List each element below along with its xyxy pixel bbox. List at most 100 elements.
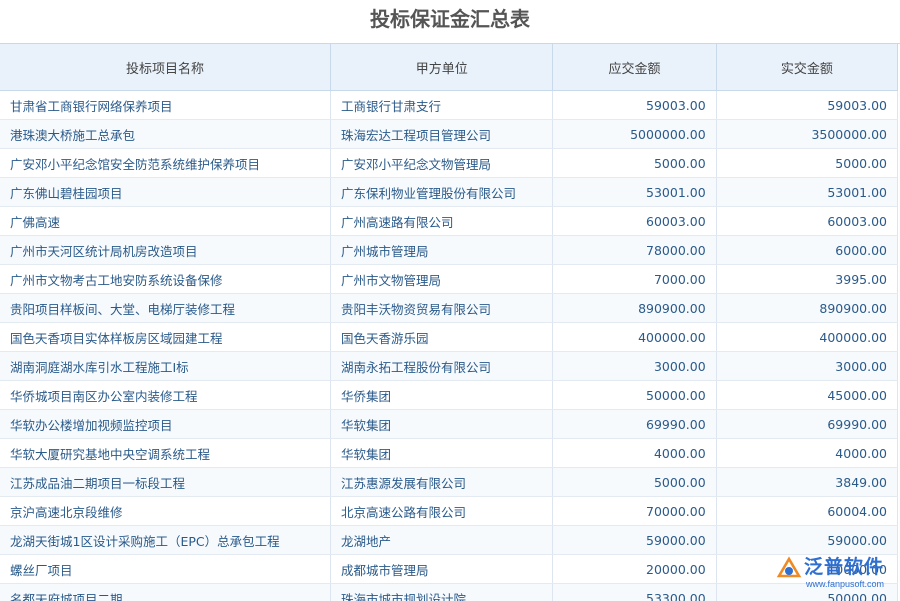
cell-amount-due: 5000.00	[553, 468, 716, 497]
cell-project-name: 华侨城项目南区办公室内装修工程	[0, 381, 331, 410]
table-row[interactable]: 名都天府城项目二期珠海市城市规划设计院53300.0050000.00	[0, 584, 898, 601]
column-header-project-name[interactable]: 投标项目名称	[0, 44, 331, 91]
cell-party: 湖南永拓工程股份有限公司	[331, 352, 553, 381]
cell-project-name: 湖南洞庭湖水库引水工程施工I标	[0, 352, 331, 381]
cell-party: 成都城市管理局	[331, 555, 553, 584]
cell-party: 北京高速公路有限公司	[331, 497, 553, 526]
cell-project-name: 龙湖天街城1区设计采购施工（EPC）总承包工程	[0, 526, 331, 555]
cell-project-name: 广佛高速	[0, 207, 331, 236]
fanpu-logo-icon	[776, 556, 802, 582]
brand-logo: 泛普软件 www.fanpusoft.com	[776, 552, 894, 594]
page-title: 投标保证金汇总表	[0, 0, 900, 40]
summary-table-container: 投标项目名称 甲方单位 应交金额 实交金额 甘肃省工商银行网络保养项目工商银行甘…	[0, 43, 900, 601]
cell-amount-paid: 45000.00	[716, 381, 897, 410]
cell-amount-due: 70000.00	[553, 497, 716, 526]
cell-amount-paid: 60003.00	[716, 207, 897, 236]
cell-amount-due: 4000.00	[553, 439, 716, 468]
cell-amount-due: 53300.00	[553, 584, 716, 601]
table-row[interactable]: 龙湖天街城1区设计采购施工（EPC）总承包工程龙湖地产59000.0059000…	[0, 526, 898, 555]
cell-project-name: 螺丝厂项目	[0, 555, 331, 584]
cell-project-name: 名都天府城项目二期	[0, 584, 331, 601]
cell-party: 贵阳丰沃物资贸易有限公司	[331, 294, 553, 323]
cell-party: 广安邓小平纪念文物管理局	[331, 149, 553, 178]
cell-party: 广州市文物管理局	[331, 265, 553, 294]
cell-party: 国色天香游乐园	[331, 323, 553, 352]
cell-project-name: 华软办公楼增加视频监控项目	[0, 410, 331, 439]
cell-amount-paid: 5000.00	[716, 149, 897, 178]
cell-project-name: 广东佛山碧桂园项目	[0, 178, 331, 207]
cell-amount-due: 3000.00	[553, 352, 716, 381]
cell-party: 广州高速路有限公司	[331, 207, 553, 236]
cell-project-name: 广安邓小平纪念馆安全防范系统维护保养项目	[0, 149, 331, 178]
cell-amount-due: 69990.00	[553, 410, 716, 439]
cell-amount-paid: 60004.00	[716, 497, 897, 526]
table-row[interactable]: 港珠澳大桥施工总承包珠海宏达工程项目管理公司5000000.003500000.…	[0, 120, 898, 149]
column-header-amount-paid[interactable]: 实交金额	[716, 44, 897, 91]
cell-party: 珠海市城市规划设计院	[331, 584, 553, 601]
cell-party: 工商银行甘肃支行	[331, 91, 553, 120]
cell-amount-due: 53001.00	[553, 178, 716, 207]
table-row[interactable]: 国色天香项目实体样板房区域园建工程国色天香游乐园400000.00400000.…	[0, 323, 898, 352]
cell-amount-due: 5000000.00	[553, 120, 716, 149]
cell-amount-paid: 3500000.00	[716, 120, 897, 149]
cell-amount-due: 5000.00	[553, 149, 716, 178]
cell-amount-paid: 6000.00	[716, 236, 897, 265]
logo-brand-text: 泛普软件	[804, 552, 884, 579]
table-row[interactable]: 螺丝厂项目成都城市管理局20000.0010000.00	[0, 555, 898, 584]
cell-amount-paid: 53001.00	[716, 178, 897, 207]
cell-amount-paid: 59000.00	[716, 526, 897, 555]
cell-project-name: 华软大厦研究基地中央空调系统工程	[0, 439, 331, 468]
table-row[interactable]: 甘肃省工商银行网络保养项目工商银行甘肃支行59003.0059003.00	[0, 91, 898, 120]
cell-project-name: 广州市天河区统计局机房改造项目	[0, 236, 331, 265]
cell-party: 华软集团	[331, 439, 553, 468]
table-row[interactable]: 广佛高速广州高速路有限公司60003.0060003.00	[0, 207, 898, 236]
cell-amount-paid: 3849.00	[716, 468, 897, 497]
cell-project-name: 江苏成品油二期项目一标段工程	[0, 468, 331, 497]
cell-project-name: 广州市文物考古工地安防系统设备保修	[0, 265, 331, 294]
cell-amount-paid: 69990.00	[716, 410, 897, 439]
cell-amount-due: 50000.00	[553, 381, 716, 410]
cell-amount-due: 78000.00	[553, 236, 716, 265]
cell-party: 江苏惠源发展有限公司	[331, 468, 553, 497]
cell-amount-paid: 59003.00	[716, 91, 897, 120]
table-row[interactable]: 江苏成品油二期项目一标段工程江苏惠源发展有限公司5000.003849.00	[0, 468, 898, 497]
cell-project-name: 京沪高速北京段维修	[0, 497, 331, 526]
cell-amount-due: 20000.00	[553, 555, 716, 584]
logo-url-text: www.fanpusoft.com	[806, 579, 884, 589]
table-row[interactable]: 华软大厦研究基地中央空调系统工程华软集团4000.004000.00	[0, 439, 898, 468]
table-row[interactable]: 广安邓小平纪念馆安全防范系统维护保养项目广安邓小平纪念文物管理局5000.005…	[0, 149, 898, 178]
deposit-summary-table: 投标项目名称 甲方单位 应交金额 实交金额 甘肃省工商银行网络保养项目工商银行甘…	[0, 44, 898, 601]
cell-amount-due: 59003.00	[553, 91, 716, 120]
table-row[interactable]: 广东佛山碧桂园项目广东保利物业管理股份有限公司53001.0053001.00	[0, 178, 898, 207]
table-row[interactable]: 广州市天河区统计局机房改造项目广州城市管理局78000.006000.00	[0, 236, 898, 265]
cell-party: 华侨集团	[331, 381, 553, 410]
table-header-row: 投标项目名称 甲方单位 应交金额 实交金额	[0, 44, 898, 91]
cell-project-name: 港珠澳大桥施工总承包	[0, 120, 331, 149]
table-body: 甘肃省工商银行网络保养项目工商银行甘肃支行59003.0059003.00港珠澳…	[0, 91, 898, 601]
cell-amount-paid: 4000.00	[716, 439, 897, 468]
cell-project-name: 甘肃省工商银行网络保养项目	[0, 91, 331, 120]
cell-amount-paid: 400000.00	[716, 323, 897, 352]
cell-amount-due: 890900.00	[553, 294, 716, 323]
cell-amount-paid: 3000.00	[716, 352, 897, 381]
cell-amount-due: 7000.00	[553, 265, 716, 294]
table-row[interactable]: 湖南洞庭湖水库引水工程施工I标湖南永拓工程股份有限公司3000.003000.0…	[0, 352, 898, 381]
column-header-amount-due[interactable]: 应交金额	[553, 44, 716, 91]
cell-amount-paid: 890900.00	[716, 294, 897, 323]
cell-amount-due: 400000.00	[553, 323, 716, 352]
cell-party: 龙湖地产	[331, 526, 553, 555]
cell-party: 珠海宏达工程项目管理公司	[331, 120, 553, 149]
table-row[interactable]: 贵阳项目样板间、大堂、电梯厅装修工程贵阳丰沃物资贸易有限公司890900.008…	[0, 294, 898, 323]
column-header-party[interactable]: 甲方单位	[331, 44, 553, 91]
cell-party: 广东保利物业管理股份有限公司	[331, 178, 553, 207]
cell-project-name: 贵阳项目样板间、大堂、电梯厅装修工程	[0, 294, 331, 323]
table-row[interactable]: 广州市文物考古工地安防系统设备保修广州市文物管理局7000.003995.00	[0, 265, 898, 294]
cell-amount-paid: 3995.00	[716, 265, 897, 294]
cell-party: 华软集团	[331, 410, 553, 439]
cell-amount-due: 59000.00	[553, 526, 716, 555]
table-row[interactable]: 京沪高速北京段维修北京高速公路有限公司70000.0060004.00	[0, 497, 898, 526]
table-row[interactable]: 华侨城项目南区办公室内装修工程华侨集团50000.0045000.00	[0, 381, 898, 410]
table-row[interactable]: 华软办公楼增加视频监控项目华软集团69990.0069990.00	[0, 410, 898, 439]
cell-amount-due: 60003.00	[553, 207, 716, 236]
cell-project-name: 国色天香项目实体样板房区域园建工程	[0, 323, 331, 352]
